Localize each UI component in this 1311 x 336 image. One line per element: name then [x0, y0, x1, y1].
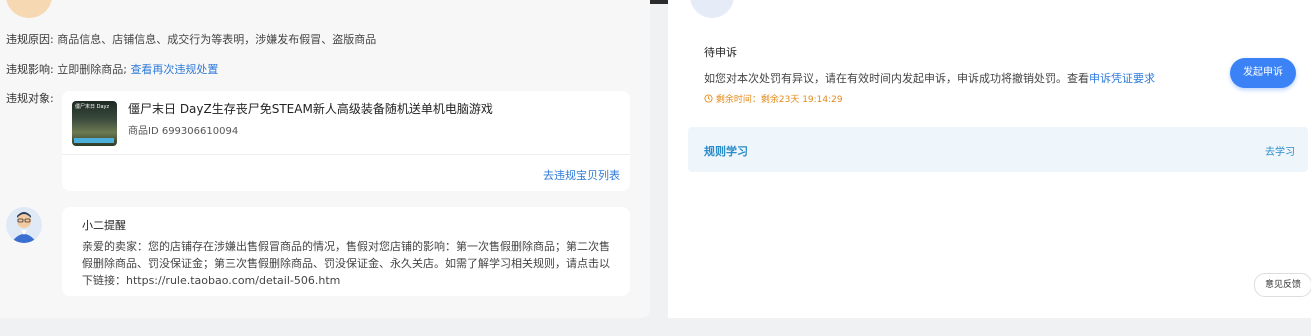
assistant-avatar	[6, 207, 42, 243]
appeal-card: 待申诉 如您对本次处罚有异议，请在有效时间内发起申诉，申诉成功将撤销处罚。查看申…	[688, 32, 1308, 112]
go-learn-link[interactable]: 去学习	[1265, 143, 1295, 158]
rules-learning-title: 规则学习	[704, 145, 748, 158]
violation-items-list-link[interactable]: 去违规宝贝列表	[543, 167, 620, 183]
product-thumbnail[interactable]: 僵尸末日 Dayz	[72, 101, 117, 146]
appeal-description: 如您对本次处罚有异议，请在有效时间内发起申诉，申诉成功将撤销处罚。查看申诉凭证要…	[704, 70, 1155, 86]
feedback-button[interactable]: 意见反馈	[1254, 273, 1311, 297]
violation-impact-row: 违规影响: 立即删除商品; 查看再次违规处置	[6, 63, 218, 77]
product-title[interactable]: 僵尸末日 DayZ生存丧尸免STEAM新人高级装备随机送单机电脑游戏	[128, 100, 493, 117]
message-body: 亲爱的卖家：您的店铺存在涉嫌出售假冒商品的情况，售假对您店铺的影响：第一次售假删…	[82, 240, 610, 287]
remaining-time-text: 剩余时间：剩余23天 19:14:29	[715, 95, 843, 105]
avatar	[6, 0, 52, 18]
view-repeat-violation-link[interactable]: 查看再次违规处置	[130, 63, 218, 76]
assistant-avatar-icon	[11, 212, 37, 243]
product-thumbnail-banner	[74, 138, 114, 143]
product-id: 商品ID 699306610094	[128, 126, 239, 137]
product-card: 僵尸末日 Dayz 僵尸末日 DayZ生存丧尸免STEAM新人高级装备随机送单机…	[62, 91, 630, 191]
violation-detail-panel: 违规原因: 商品信息、店铺信息、成交行为等表明，涉嫌发布假冒、盗版商品 违规影响…	[0, 0, 650, 318]
clock-icon	[704, 94, 713, 103]
appeal-description-text: 如您对本次处罚有异议，请在有效时间内发起申诉，申诉成功将撤销处罚。查看	[704, 72, 1089, 85]
product-thumbnail-text: 僵尸末日 Dayz	[75, 104, 110, 110]
violation-impact-label: 违规影响:	[6, 63, 54, 76]
rules-learning-card: 规则学习 去学习	[688, 127, 1308, 172]
message-title: 小二提醒	[82, 219, 126, 232]
violation-reason-value: 商品信息、店铺信息、成交行为等表明，涉嫌发布假冒、盗版商品	[57, 33, 377, 46]
card-divider	[62, 154, 630, 155]
appeal-proof-requirements-link[interactable]: 申诉凭证要求	[1089, 72, 1155, 85]
violation-impact-value: 立即删除商品;	[57, 63, 127, 76]
violation-object-label: 违规对象:	[6, 92, 54, 105]
appeal-title: 待申诉	[704, 46, 737, 59]
start-appeal-button[interactable]: 发起申诉	[1230, 58, 1296, 88]
assistant-message-card: 小二提醒 亲爱的卖家：您的店铺存在涉嫌出售假冒商品的情况，售假对您店铺的影响：第…	[62, 207, 630, 296]
remaining-time: 剩余时间：剩余23天 19:14:29	[704, 92, 843, 105]
violation-object-row: 违规对象:	[6, 92, 54, 106]
violation-reason-label: 违规原因:	[6, 33, 54, 46]
violation-reason-row: 违规原因: 商品信息、店铺信息、成交行为等表明，涉嫌发布假冒、盗版商品	[6, 33, 376, 47]
